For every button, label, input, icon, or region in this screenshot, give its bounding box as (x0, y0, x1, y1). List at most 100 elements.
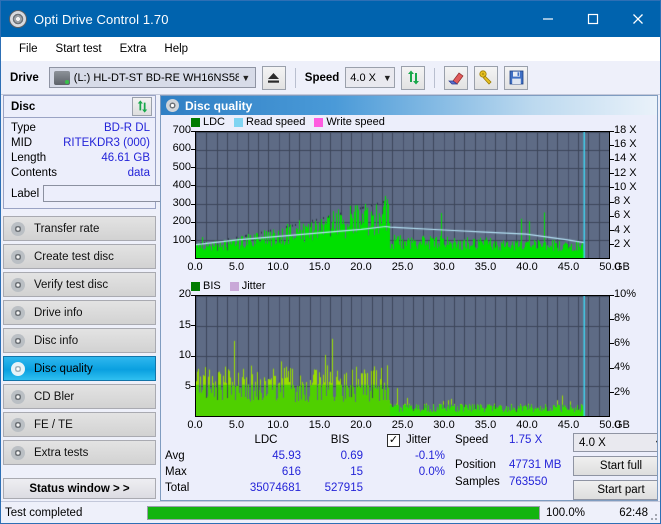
disc-row-mid-key: MID (11, 137, 33, 149)
jitter-checkbox[interactable]: ✓ (387, 433, 400, 447)
disc-icon (11, 221, 25, 236)
toolbar: Drive (L:) HL-DT-ST BD-RE WH16NS58 TST4 … (1, 61, 660, 95)
main-panel-header: Disc quality (161, 96, 657, 115)
eraser-button[interactable] (444, 65, 469, 90)
disc-panel-header: Disc (4, 96, 155, 118)
sidebar-item-drive-info[interactable]: Drive info (3, 300, 156, 325)
disc-row-contents-value: data (127, 167, 150, 179)
tick-mark (610, 392, 614, 394)
tick-mark (610, 318, 614, 320)
drive-select[interactable]: (L:) HL-DT-ST BD-RE WH16NS58 TST4 ▼ (48, 67, 256, 88)
ldc-y2-tick: 4 X (614, 223, 631, 236)
tick-mark (191, 240, 195, 242)
status-window-button[interactable]: Status window > > (3, 478, 156, 499)
stats-row-max-ldc: 616 (281, 466, 301, 478)
bis-x-tick: 30.0 (433, 419, 455, 431)
ldc-x-tick: 5.0 (228, 261, 245, 273)
bis-y2-tick: 2% (614, 385, 630, 398)
ldc-y-tick: 300 (172, 197, 191, 210)
tick-mark (610, 215, 614, 217)
drive-select-value: (L:) HL-DT-ST BD-RE WH16NS58 TST4 (73, 71, 239, 84)
ldc-y2-tick: 12 X (614, 166, 637, 179)
legend-entry-write-speed: Write speed (314, 116, 385, 128)
bis-x-tick-unit: GB (614, 419, 630, 431)
sidebar-item-disc-quality[interactable]: Disc quality (3, 356, 156, 381)
start-full-button[interactable]: Start full (573, 456, 657, 477)
run-samples-row: Samples 763550 (455, 474, 567, 491)
refresh-button[interactable] (401, 65, 426, 90)
speed-select[interactable]: 4.0 X ▼ (345, 67, 396, 88)
page-title: Disc quality (185, 98, 253, 113)
legend-entry-jitter: Jitter (229, 280, 266, 292)
close-icon[interactable] (615, 1, 660, 37)
sidebar-item-create-test-disc[interactable]: Create test disc (3, 244, 156, 269)
bis-chart-legend: BIS Jitter (191, 280, 271, 292)
disc-label-key: Label (11, 187, 40, 200)
ldc-y-tick: 200 (172, 215, 191, 228)
jitter-label: Jitter (406, 434, 431, 446)
minimize-icon[interactable] (525, 1, 570, 37)
run-speed-value: 1.75 X (509, 434, 543, 446)
bis-x-tick: 0.0 (187, 419, 203, 431)
bis-chart-plot[interactable] (195, 295, 610, 417)
sidebar-item-extra-tests[interactable]: Extra tests (3, 440, 156, 465)
sidebar-item-label: Disc quality (34, 362, 93, 375)
menu-item-extra[interactable]: Extra (111, 40, 156, 58)
legend-entry-read-speed: Read speed (234, 116, 305, 128)
run-controls: 4.0 X ▼ Start full Start part (573, 432, 657, 500)
stats-header-bis: BIS (330, 434, 350, 446)
tick-mark (191, 167, 195, 169)
eject-button[interactable] (261, 65, 286, 90)
legend-swatch-write-speed (314, 117, 324, 127)
run-samples-key: Samples (455, 476, 500, 488)
run-gap (455, 449, 567, 457)
tick-mark (610, 343, 614, 345)
run-info: Speed 1.75 X Position 47731 MB Samples 7… (455, 432, 567, 500)
bis-x-tick: 15.0 (308, 419, 331, 431)
ldc-x-tick: 45.0 (557, 261, 580, 273)
disc-refresh-button[interactable] (132, 97, 152, 116)
test-speed-select[interactable]: 4.0 X ▼ (573, 433, 657, 453)
bis-x-tick: 40.0 (516, 419, 538, 431)
disc-icon (11, 445, 25, 460)
stats-row-total-key: Total (165, 482, 190, 494)
save-button[interactable] (504, 65, 529, 90)
legend-label-ldc: LDC (203, 116, 226, 128)
legend-swatch-bis (191, 281, 200, 291)
tick-mark (610, 201, 614, 203)
sidebar-item-cd-bler[interactable]: CD Bler (3, 384, 156, 409)
sidebar-item-transfer-rate[interactable]: Transfer rate (3, 216, 156, 241)
bis-x-tick: 25.0 (391, 419, 414, 431)
ldc-x-tick: 35.0 (474, 261, 497, 273)
menu-item-help[interactable]: Help (155, 40, 197, 58)
disc-icon (11, 249, 25, 264)
sidebar-item-verify-test-disc[interactable]: Verify test disc (3, 272, 156, 297)
disc-row-contents-key: Contents (11, 167, 58, 179)
menu-item-start-test[interactable]: Start test (47, 40, 111, 58)
tick-mark (191, 325, 195, 326)
disc-row-type-key: Type (11, 122, 36, 134)
ldc-chart-plot[interactable] (195, 131, 610, 259)
ldc-x-tick: 25.0 (391, 261, 414, 273)
drive-label: Drive (10, 71, 39, 84)
resize-grip[interactable] (648, 511, 658, 521)
ldc-y2-tick: 18 X (614, 124, 637, 136)
sidebar-item-fe-te[interactable]: FE / TE (3, 412, 156, 437)
run-speed-row: Speed 1.75 X (455, 432, 567, 449)
tick-mark (191, 294, 195, 296)
jitter-header: ✓ Jitter (387, 432, 445, 448)
disc-row-type-value: BD-R DL (103, 122, 150, 134)
tick-mark (191, 148, 195, 150)
menu-item-file[interactable]: File (10, 40, 47, 58)
legend-entry-ldc: LDC (191, 116, 225, 128)
disc-panel-title: Disc (11, 100, 36, 113)
speed-select-value: 4.0 X (350, 71, 376, 84)
start-part-button[interactable]: Start part (573, 480, 657, 500)
sidebar-item-disc-info[interactable]: Disc info (3, 328, 156, 353)
tick-mark (610, 244, 614, 246)
maximize-icon[interactable] (570, 1, 615, 37)
stats-corner (165, 432, 223, 448)
tools-button[interactable] (474, 65, 499, 90)
ldc-y2-tick: 8 X (614, 195, 631, 208)
